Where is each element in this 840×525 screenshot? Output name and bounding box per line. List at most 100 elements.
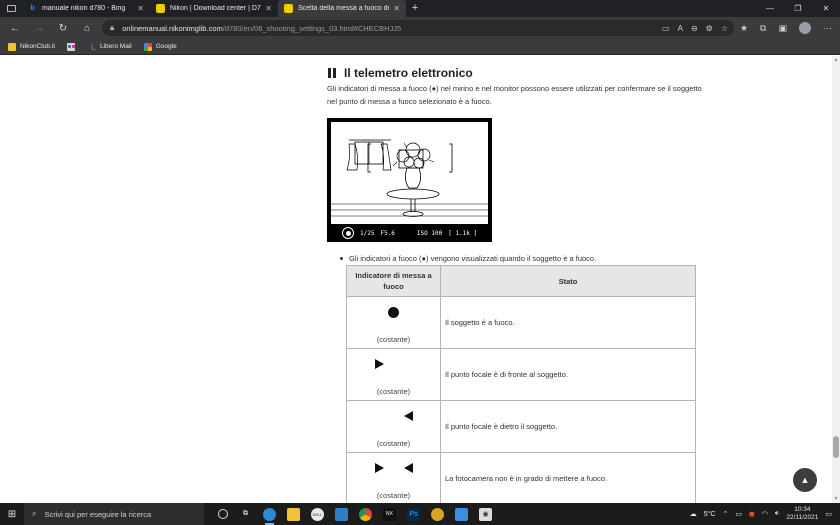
app-blue-icon[interactable] [455,507,468,521]
cortana-icon[interactable] [218,509,228,519]
favorites-icon[interactable]: ★ [740,23,748,34]
antivirus-icon[interactable]: ◼ [749,510,755,518]
avatar[interactable] [799,22,811,34]
state-cell: Il punto focale è dietro il soggetto. [440,400,696,453]
scroll-up-icon[interactable]: ▲ [833,57,839,63]
bookmark-label: Libero Mail [99,43,132,50]
taskbar-search[interactable]: ⌕ Scrivi qui per eseguire la ricerca [24,503,204,525]
tab-bing[interactable]: b manuale nikon d780 - Bing ✕ [22,0,150,17]
window-controls: — ❐ ✕ [756,0,840,17]
nikon-nx-icon[interactable]: NX [383,507,396,521]
right-arrow-icon [375,359,384,369]
aperture: F5.6 [380,229,395,237]
bullet-text: Gli indicatori a fuoco (●) vengono visua… [349,254,597,263]
bookmark-nikonclub[interactable]: NikonClub.it [8,42,55,51]
close-icon[interactable]: ✕ [393,4,400,13]
bullet-item: Gli indicatori a fuoco (●) vengono visua… [340,254,596,263]
app-yellow-icon[interactable] [431,507,444,521]
extensions-icon[interactable]: ▣ [778,23,787,34]
weather-temp[interactable]: 5°C [704,511,716,518]
indicator-glyphs [347,307,440,319]
indicator-cell: (costante) [346,296,441,349]
tracking-icon[interactable]: ⚙ [706,24,713,33]
app-available-icon[interactable]: ▭ [662,24,670,33]
bookmark-label: Google [155,43,177,50]
lock-icon[interactable]: 🔒︎ [110,23,114,33]
back-icon[interactable]: ← [3,23,27,34]
left-arrow-icon [404,463,413,473]
more-menu-icon[interactable]: ··· [823,23,832,33]
dell-icon[interactable]: DELL [311,507,324,521]
viewfinder-illustration: 1/25 F5.6 ISO 100 [ 1.1k ] [327,118,492,242]
close-window-icon[interactable]: ✕ [812,0,840,17]
address-bar-tools: ▭ A ⊖ ⚙ ☆ [662,20,728,36]
vertical-scrollbar[interactable]: ▲ ▼ [832,56,840,503]
clock-time: 10:34 [794,506,811,513]
bookmark-google[interactable]: Google [143,42,177,51]
tab-manual[interactable]: Scelta della messa a fuoco della ✕ [278,0,406,17]
wifi-icon[interactable]: ◠ [762,510,768,518]
close-icon[interactable]: ✕ [265,4,272,13]
edge-icon[interactable] [263,507,276,525]
address-bar[interactable]: 🔒︎ onlinemanual.nikonimglib.com/d780/en/… [102,20,734,36]
nikon-manual-icon [284,4,293,13]
search-icon: ⌕ [32,509,37,518]
home-icon[interactable]: ⌂ [75,23,99,34]
camera-app-icon[interactable]: ◉ [479,507,492,521]
tab-title: Nikon | Download center | D780 [170,5,262,12]
taskbar: ⊞ ⌕ Scrivi qui per eseguire la ricerca ⧉… [0,503,840,525]
chrome-icon[interactable] [359,507,372,521]
indicator-caption: (costante) [376,439,411,448]
focus-indicator-icon [342,227,354,239]
volume-icon[interactable]: 🔉︎ [775,510,779,518]
focus-indicator-table: Indicatore di messa a fuoco Stato (costa… [346,265,696,503]
nikon-icon [156,4,165,13]
restore-icon[interactable]: ❐ [784,0,812,17]
scroll-thumb[interactable] [833,436,839,458]
forward-icon[interactable]: → [27,23,51,34]
back-to-top-button[interactable]: ▲ [793,468,817,492]
bookmark-libero-mail[interactable]: L Libero Mail [91,42,132,52]
network-icon[interactable]: ▭ [735,510,742,518]
column-header-state: Stato [440,265,696,297]
viewfinder-scene [331,122,488,224]
folder-icon [8,42,16,51]
photoshop-icon[interactable]: Ps [407,507,420,521]
indicator-caption: (costante) [376,335,411,344]
pause-icon [328,68,336,78]
new-tab-button[interactable]: + [406,0,424,17]
refresh-icon[interactable]: ↻ [51,23,75,34]
url-text[interactable]: onlinemanual.nikonimglib.com/d780/en/06_… [122,24,401,33]
flickr-icon [67,42,76,51]
search-placeholder: Scrivi qui per eseguire la ricerca [44,509,152,519]
indicator-glyphs [347,463,440,475]
libero-icon: L [91,42,96,52]
scroll-down-icon[interactable]: ▼ [833,496,839,502]
weather-icon[interactable]: ☁ [690,510,697,518]
bookmark-flickr[interactable] [67,42,79,51]
table-row: (costante) Il punto focale è di fronte a… [346,348,696,401]
close-icon[interactable]: ✕ [137,4,144,13]
tab-title: Scelta della messa a fuoco della [298,5,390,12]
tray-chevron-icon[interactable]: ⌃ [722,510,728,518]
read-aloud-icon[interactable]: A [678,24,683,33]
task-view-icon[interactable]: ⧉ [239,508,252,521]
favorite-star-icon[interactable]: ☆ [721,24,728,33]
shutter-speed: 1/25 [360,229,375,237]
file-explorer-icon[interactable] [287,507,300,521]
windows-start-icon[interactable]: ⊞ [0,509,24,520]
notifications-icon[interactable]: ▭ [825,510,832,518]
table-header-row: Indicatore di messa a fuoco Stato [346,265,696,297]
indicator-glyphs [347,411,440,423]
indicator-cell: (costante) [346,400,441,453]
right-arrow-icon [375,463,384,473]
collections-icon[interactable]: ⧉ [760,23,766,34]
photos-icon[interactable] [335,507,348,521]
minimize-icon[interactable]: — [756,0,784,17]
clock[interactable]: 10:34 22/11/2021 [786,506,818,522]
google-icon [143,42,152,51]
bing-icon: b [30,5,35,12]
zoom-icon[interactable]: ⊖ [691,24,698,33]
tab-actions-icon[interactable] [0,0,22,17]
tab-nikon-download[interactable]: Nikon | Download center | D780 ✕ [150,0,278,17]
